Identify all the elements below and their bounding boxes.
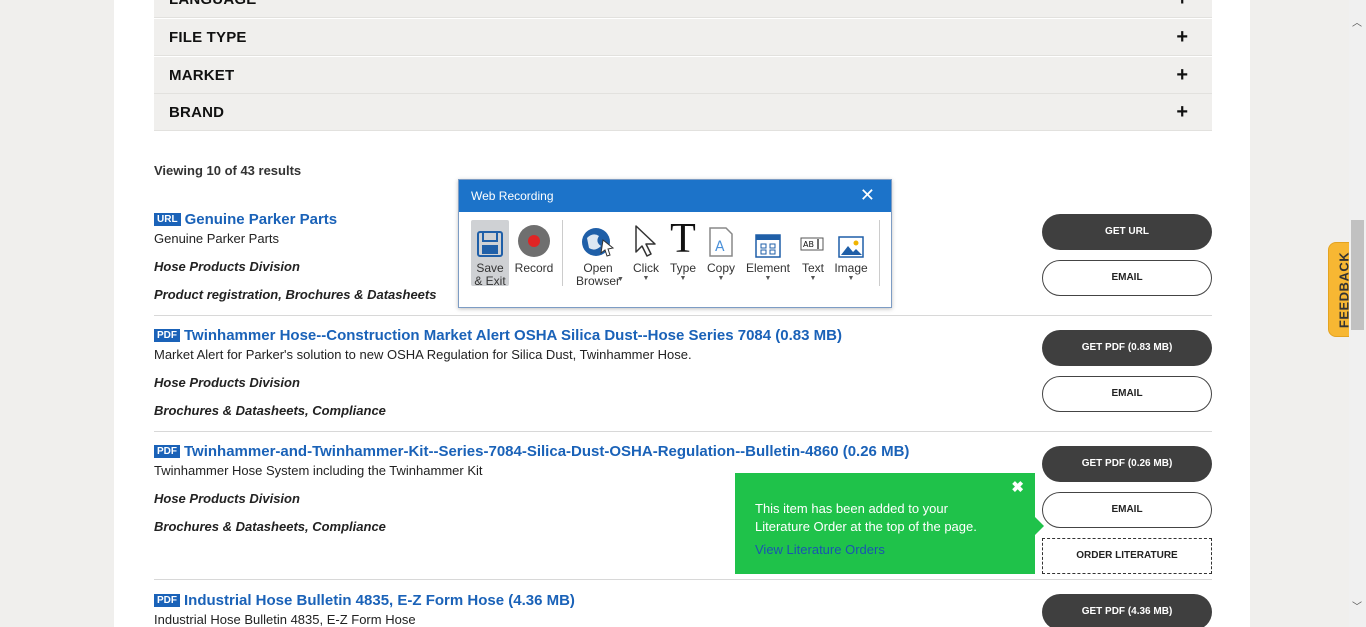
result-title-link[interactable]: PDF Twinhammer Hose--Construction Market … xyxy=(154,327,842,344)
filter-market[interactable]: MARKET + xyxy=(154,57,1212,94)
type-button[interactable]: T Type ▼ xyxy=(667,216,699,283)
toolbar-separator xyxy=(879,220,880,286)
filter-label: LANGUAGE xyxy=(169,0,256,8)
tool-label: Save & Exit xyxy=(474,261,506,288)
click-button[interactable]: Click ▼ xyxy=(629,220,663,283)
save-exit-button[interactable]: Save & Exit xyxy=(471,220,509,288)
globe-cursor-icon xyxy=(571,220,625,258)
tool-label: Element xyxy=(745,261,791,275)
filter-file-type[interactable]: FILE TYPE + xyxy=(154,19,1212,56)
floppy-disk-icon xyxy=(471,220,509,258)
record-icon xyxy=(514,220,554,258)
literature-order-toast: ✖ This item has been added to your Liter… xyxy=(735,473,1044,574)
chevron-down-icon[interactable]: ▼ xyxy=(833,275,869,283)
type-icon: T xyxy=(670,216,696,262)
tool-label: Image xyxy=(834,261,868,275)
email-button[interactable]: EMAIL xyxy=(1042,376,1212,412)
divider xyxy=(154,315,1212,316)
open-browser-button[interactable]: Open Browser ▼ xyxy=(571,220,625,288)
url-badge: URL xyxy=(154,213,181,226)
scrollbar[interactable]: ︿ ﹀ xyxy=(1349,0,1366,627)
scroll-up-icon[interactable]: ︿ xyxy=(1352,14,1362,29)
tool-label: Open Browser xyxy=(576,261,621,288)
result-categories: Product registration, Brochures & Datash… xyxy=(154,287,437,302)
email-button[interactable]: EMAIL xyxy=(1042,492,1212,528)
results-count: Viewing 10 of 43 results xyxy=(154,163,302,178)
pointer-icon xyxy=(629,220,663,258)
scroll-down-icon[interactable]: ﹀ xyxy=(1352,598,1362,613)
order-literature-button[interactable]: ORDER LITERATURE xyxy=(1042,538,1212,574)
tool-label: Click xyxy=(633,261,659,275)
divider xyxy=(154,579,1212,580)
chevron-down-icon[interactable]: ▼ xyxy=(797,275,829,283)
element-button[interactable]: Element ▼ xyxy=(745,220,791,283)
result-title-link[interactable]: PDF Twinhammer-and-Twinhammer-Kit--Series… xyxy=(154,443,909,460)
image-icon xyxy=(833,220,869,258)
divider xyxy=(154,431,1212,432)
plus-icon[interactable]: + xyxy=(1176,65,1188,85)
filter-brand[interactable]: BRAND + xyxy=(154,94,1212,131)
chevron-down-icon[interactable]: ▼ xyxy=(617,276,624,284)
tool-label: Text xyxy=(801,261,824,275)
view-literature-orders-link[interactable]: View Literature Orders xyxy=(755,542,885,557)
filter-label: FILE TYPE xyxy=(169,29,247,46)
tool-label: Type xyxy=(669,261,696,275)
results-page: LANGUAGE + FILE TYPE + MARKET + BRAND + … xyxy=(114,0,1250,627)
element-icon xyxy=(745,220,791,258)
result-division: Hose Products Division xyxy=(154,375,300,390)
svg-text:A: A xyxy=(715,239,725,255)
chevron-down-icon[interactable]: ▼ xyxy=(629,275,663,283)
get-pdf-button[interactable]: GET PDF (0.26 MB) xyxy=(1042,446,1212,482)
get-pdf-button[interactable]: GET PDF (0.83 MB) xyxy=(1042,330,1212,366)
image-button[interactable]: Image ▼ xyxy=(833,220,869,283)
chevron-down-icon[interactable]: ▼ xyxy=(745,275,791,283)
plus-icon[interactable]: + xyxy=(1176,0,1188,9)
result-categories: Brochures & Datasheets, Compliance xyxy=(154,519,386,534)
chevron-down-icon[interactable]: ▼ xyxy=(667,275,699,283)
tool-label: Copy xyxy=(706,261,735,275)
filter-label: BRAND xyxy=(169,104,225,121)
text-icon: AB xyxy=(797,220,829,258)
filter-language[interactable]: LANGUAGE + xyxy=(154,0,1212,18)
close-icon[interactable]: ✕ xyxy=(860,185,875,205)
pdf-badge: PDF xyxy=(154,445,180,458)
chevron-down-icon[interactable]: ▼ xyxy=(705,275,737,283)
result-categories: Brochures & Datasheets, Compliance xyxy=(154,403,386,418)
scrollbar-thumb[interactable] xyxy=(1351,220,1364,330)
result-division: Hose Products Division xyxy=(154,259,300,274)
email-button[interactable]: EMAIL xyxy=(1042,260,1212,296)
copy-button[interactable]: A Copy ▼ xyxy=(705,220,737,283)
close-icon[interactable]: ✖ xyxy=(1011,478,1024,496)
result-description: Genuine Parker Parts xyxy=(154,231,280,246)
pdf-badge: PDF xyxy=(154,329,180,342)
result-title-link[interactable]: PDF Industrial Hose Bulletin 4835, E-Z Fo… xyxy=(154,592,575,609)
result-description: Market Alert for Parker's solution to ne… xyxy=(154,347,692,362)
get-pdf-button[interactable]: GET PDF (4.36 MB) xyxy=(1042,594,1212,627)
web-recording-window: Web Recording ✕ Save & Exit Record Open … xyxy=(458,179,892,308)
record-button[interactable]: Record xyxy=(514,220,554,275)
recorder-title-bar[interactable]: Web Recording ✕ xyxy=(459,180,891,212)
result-description: Twinhammer Hose System including the Twi… xyxy=(154,463,483,478)
pdf-badge: PDF xyxy=(154,594,180,607)
svg-text:AB: AB xyxy=(803,240,814,249)
plus-icon[interactable]: + xyxy=(1176,27,1188,47)
recorder-title: Web Recording xyxy=(471,189,554,203)
result-division: Hose Products Division xyxy=(154,491,300,506)
toast-message: This item has been added to your Literat… xyxy=(755,501,977,534)
filter-label: MARKET xyxy=(169,67,235,84)
tool-label: Record xyxy=(514,261,554,275)
toolbar-separator xyxy=(562,220,563,286)
text-button[interactable]: AB Text ▼ xyxy=(797,220,829,283)
get-url-button[interactable]: GET URL xyxy=(1042,214,1212,250)
plus-icon[interactable]: + xyxy=(1176,102,1188,122)
result-description: Industrial Hose Bulletin 4835, E-Z Form … xyxy=(154,612,416,627)
copy-icon: A xyxy=(705,220,737,258)
result-title-link[interactable]: URL Genuine Parker Parts xyxy=(154,211,337,228)
